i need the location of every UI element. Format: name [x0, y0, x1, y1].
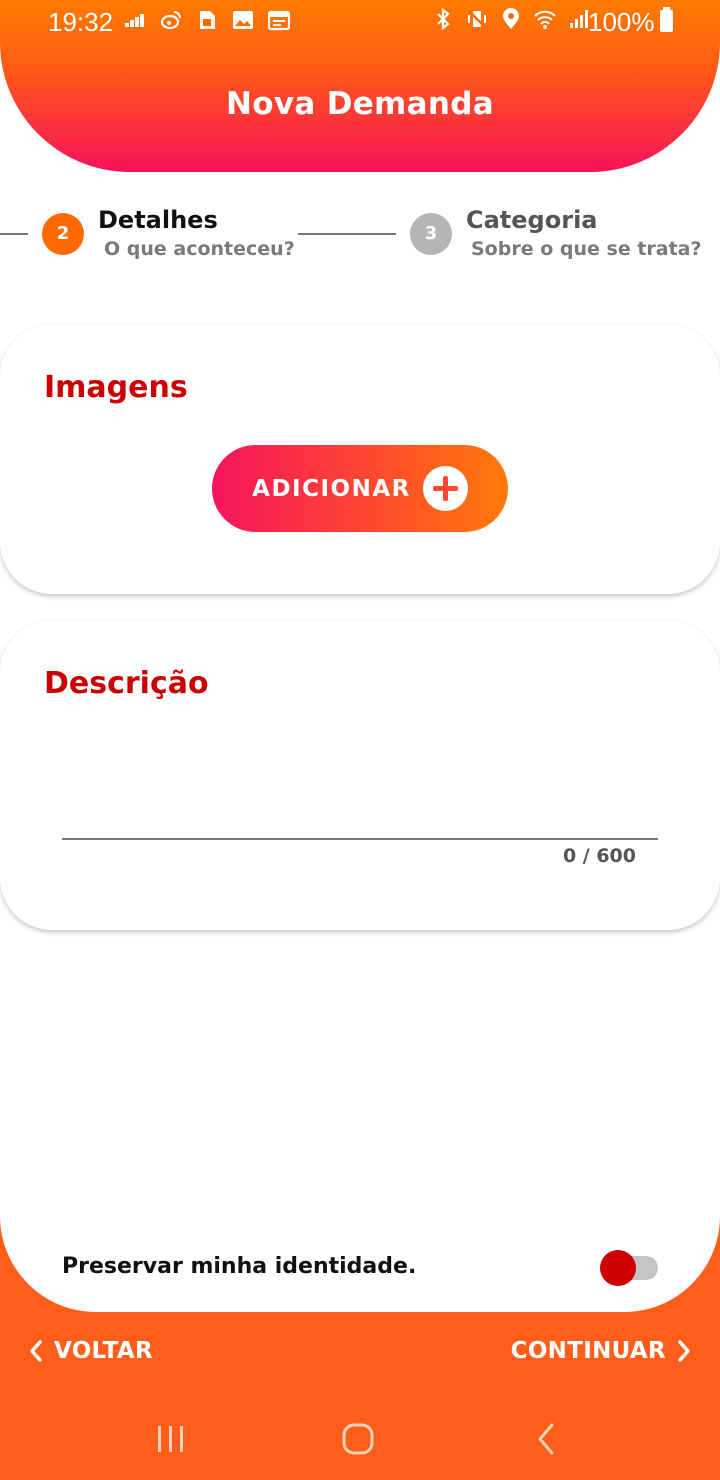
stepper-connector	[298, 233, 396, 235]
system-status-icons	[432, 8, 590, 30]
recent-apps-icon[interactable]	[143, 1414, 199, 1466]
stepper-connector-left	[0, 233, 28, 235]
step-number-badge: 3	[410, 213, 452, 255]
description-card: Descrição 0 / 600	[0, 620, 720, 930]
add-image-label: ADICIONAR	[252, 475, 411, 502]
description-title: Descrição	[44, 666, 209, 701]
bluetooth-icon	[437, 8, 450, 30]
images-card: Imagens ADICIONAR	[0, 324, 720, 594]
wifi-icon	[534, 10, 556, 29]
sim-card-icon	[200, 11, 215, 29]
back-button[interactable]: VOLTAR	[28, 1338, 153, 1364]
plus-icon	[422, 466, 468, 511]
chevron-left-icon	[30, 1340, 42, 1362]
status-bar: 19:32 100%	[0, 0, 720, 44]
preserve-identity-label: Preservar minha identidade.	[62, 1254, 417, 1279]
continue-label: CONTINUAR	[510, 1338, 666, 1364]
description-input[interactable]	[62, 730, 658, 840]
page-title: Nova Demanda	[226, 86, 494, 122]
step-title: Detalhes	[98, 206, 218, 234]
chevron-right-icon	[678, 1340, 690, 1362]
weibo-icon	[160, 11, 181, 30]
calendar-icon	[268, 10, 290, 31]
vibrate-icon	[467, 9, 487, 29]
home-icon[interactable]	[330, 1414, 386, 1466]
location-icon	[503, 8, 519, 29]
battery-percent: 100%	[588, 7, 655, 37]
battery-icon	[660, 7, 673, 32]
images-title: Imagens	[44, 370, 188, 405]
step-title: Categoria	[466, 206, 598, 234]
gallery-icon	[233, 11, 253, 29]
signal-icon	[570, 10, 588, 28]
continue-button[interactable]: CONTINUAR	[511, 1338, 692, 1364]
step-subtitle: O que aconteceu?	[104, 238, 295, 260]
status-time: 19:32	[48, 7, 114, 37]
app-header: 19:32 100% Nova Demanda	[0, 0, 720, 172]
notification-icons	[124, 9, 290, 31]
deezer-icon	[125, 14, 144, 27]
back-label: VOLTAR	[54, 1338, 154, 1364]
character-counter: 0 / 600	[562, 845, 636, 867]
back-nav-icon[interactable]	[518, 1414, 574, 1466]
add-image-button[interactable]: ADICIONAR	[212, 445, 508, 532]
toggle-knob[interactable]	[600, 1250, 636, 1286]
step-number-badge: 2	[42, 213, 84, 255]
step-subtitle: Sobre o que se trata?	[471, 238, 702, 260]
